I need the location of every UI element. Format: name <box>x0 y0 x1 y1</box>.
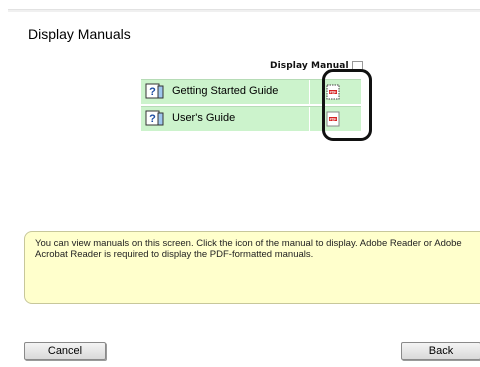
display-manual-column-header: Display Manual <box>270 61 363 71</box>
manual-list: ? Getting Started Guide PDF ? User's Gui… <box>141 77 361 133</box>
info-panel: You can view manuals on this screen. Cli… <box>24 231 480 304</box>
manual-name[interactable]: User's Guide <box>172 112 235 124</box>
back-button[interactable]: Back <box>401 342 480 360</box>
manual-name[interactable]: Getting Started Guide <box>172 85 278 97</box>
top-border <box>8 9 480 12</box>
page-title: Display Manuals <box>28 26 131 42</box>
svg-text:?: ? <box>149 113 156 125</box>
manual-row-getting-started: ? Getting Started Guide PDF <box>141 79 361 104</box>
info-text: You can view manuals on this screen. Cli… <box>35 238 462 260</box>
manual-row-users-guide: ? User's Guide PDF <box>141 106 361 131</box>
svg-text:PDF: PDF <box>330 117 337 121</box>
row-divider <box>309 107 310 131</box>
help-book-icon: ? <box>145 83 164 99</box>
help-book-icon: ? <box>145 110 164 126</box>
pdf-icon[interactable]: PDF <box>325 111 341 127</box>
pdf-icon[interactable]: PDF <box>325 84 341 100</box>
row-divider <box>309 80 310 104</box>
column-header-label: Display Manual <box>270 61 349 71</box>
document-icon <box>351 61 363 71</box>
svg-text:?: ? <box>149 86 156 98</box>
cancel-button[interactable]: Cancel <box>24 342 106 360</box>
svg-text:PDF: PDF <box>330 90 337 94</box>
